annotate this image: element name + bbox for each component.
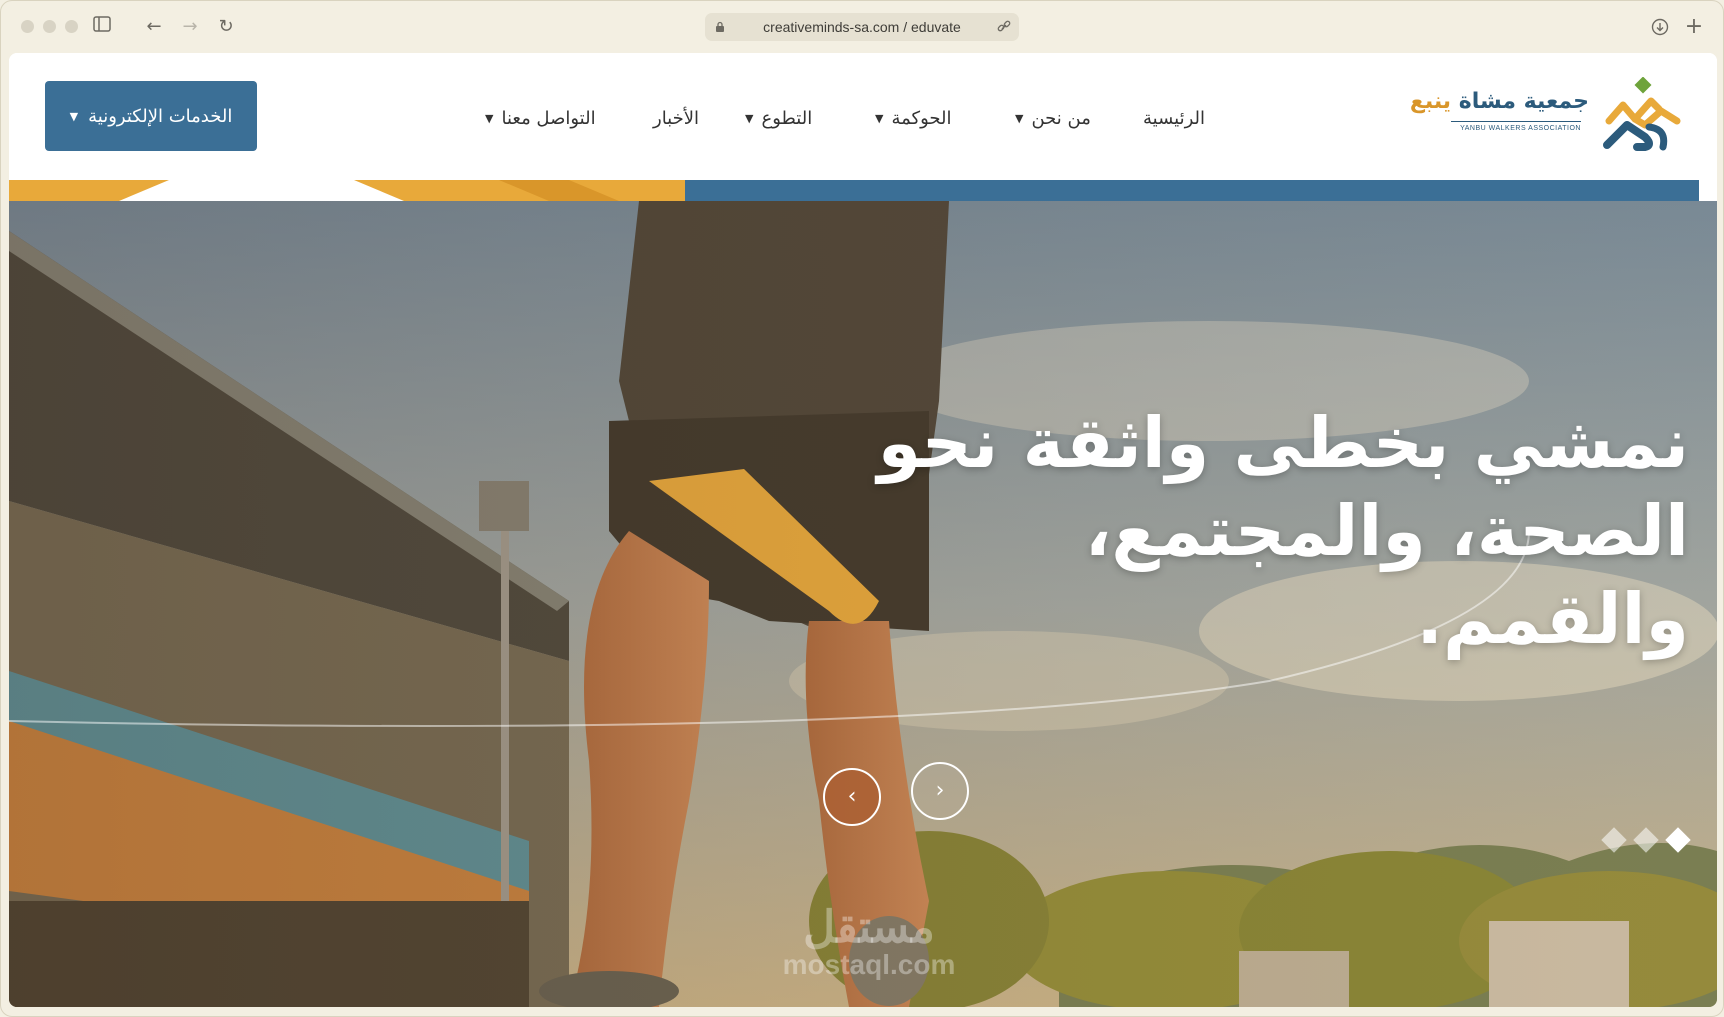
nav-item-governance[interactable]: الحوكمة ▼ [875, 103, 952, 133]
site-logo[interactable]: جمعية مشاة ينبع YANBU WALKERS ASSOCIATIO… [1410, 77, 1681, 153]
hero-headline-line1: نمشي بخطى واثقة نحو [877, 402, 1689, 484]
nav-item-home[interactable]: الرئيسية [1143, 103, 1205, 133]
address-bar[interactable]: creativeminds-sa.com / eduvate [705, 13, 1019, 41]
nav-item-label: التواصل معنا [501, 107, 596, 129]
logo-english-name: YANBU WALKERS ASSOCIATION [1460, 125, 1581, 132]
new-tab-icon[interactable]: + [1681, 15, 1707, 39]
page-viewport: الخدمات الإلكترونية ▼ الرئيسية من نحن ▼ … [9, 53, 1717, 1007]
caret-down-icon: ▼ [875, 111, 884, 125]
eservices-dropdown-button[interactable]: الخدمات الإلكترونية ▼ [45, 81, 257, 151]
nav-item-contact[interactable]: التواصل معنا ▼ [485, 103, 596, 133]
lock-icon [715, 13, 725, 44]
hero-headline: نمشي بخطى واثقة نحو الصحة، والمجتمع، وال… [789, 399, 1689, 663]
watermark-arabic: مستقل [803, 903, 935, 952]
mostaql-watermark: مستقل mostaql.com [759, 906, 979, 980]
sidebar-toggle-icon[interactable] [89, 15, 115, 39]
nav-item-label: الرئيسية [1143, 107, 1205, 129]
caret-down-icon: ▼ [69, 109, 79, 123]
nav-item-label: الحوكمة [891, 107, 952, 129]
link-icon[interactable] [997, 13, 1011, 44]
watermark-english: mostaql.com [782, 949, 956, 980]
slider-dot-active[interactable] [1665, 827, 1691, 853]
hero-slider: نمشي بخطى واثقة نحو الصحة، والمجتمع، وال… [9, 201, 1717, 1007]
eservices-label: الخدمات الإلكترونية [88, 105, 233, 127]
nav-item-label: من نحن [1031, 107, 1091, 129]
slider-dot[interactable] [1601, 827, 1627, 853]
slider-pagination [1601, 827, 1691, 853]
caret-down-icon: ▼ [745, 111, 754, 125]
caret-down-icon: ▼ [485, 111, 494, 125]
browser-toolbar: ← → ↻ creativeminds-sa.com / eduvate + [1, 1, 1723, 53]
accent-strip [9, 180, 1717, 201]
slider-prev-button[interactable]: ‹ [823, 768, 881, 826]
logo-name-part1: جمعية مشاة [1458, 89, 1589, 114]
reload-icon[interactable]: ↻ [213, 15, 239, 39]
logo-name-part2: ينبع [1409, 89, 1452, 114]
minimize-window-button[interactable] [43, 20, 56, 33]
nav-item-news[interactable]: الأخبار [653, 103, 699, 133]
site-header: الخدمات الإلكترونية ▼ الرئيسية من نحن ▼ … [9, 53, 1717, 180]
nav-item-label: التطوع [761, 107, 813, 129]
nav-item-about[interactable]: من نحن ▼ [1015, 103, 1091, 133]
walker-logo-icon [1603, 77, 1681, 151]
download-icon[interactable] [1647, 15, 1673, 39]
nav-item-label: الأخبار [653, 107, 700, 129]
chevron-left-icon: ‹ [847, 784, 857, 809]
hero-headline-line2: الصحة، والمجتمع، والقمم. [1084, 490, 1689, 660]
forward-arrow-icon[interactable]: → [177, 15, 203, 39]
window-controls [21, 20, 78, 33]
maximize-window-button[interactable] [65, 20, 78, 33]
close-window-button[interactable] [21, 20, 34, 33]
slider-dot[interactable] [1633, 827, 1659, 853]
browser-window: ← → ↻ creativeminds-sa.com / eduvate + ا… [0, 0, 1724, 1017]
chevron-right-icon: › [935, 778, 945, 803]
logo-name: جمعية مشاة ينبع [1410, 89, 1589, 114]
url-text: creativeminds-sa.com / eduvate [763, 19, 961, 35]
logo-divider [1451, 121, 1581, 122]
back-arrow-icon[interactable]: ← [141, 15, 167, 39]
slider-next-button[interactable]: › [911, 762, 969, 820]
caret-down-icon: ▼ [1015, 111, 1024, 125]
nav-item-volunteering[interactable]: التطوع ▼ [745, 103, 812, 133]
